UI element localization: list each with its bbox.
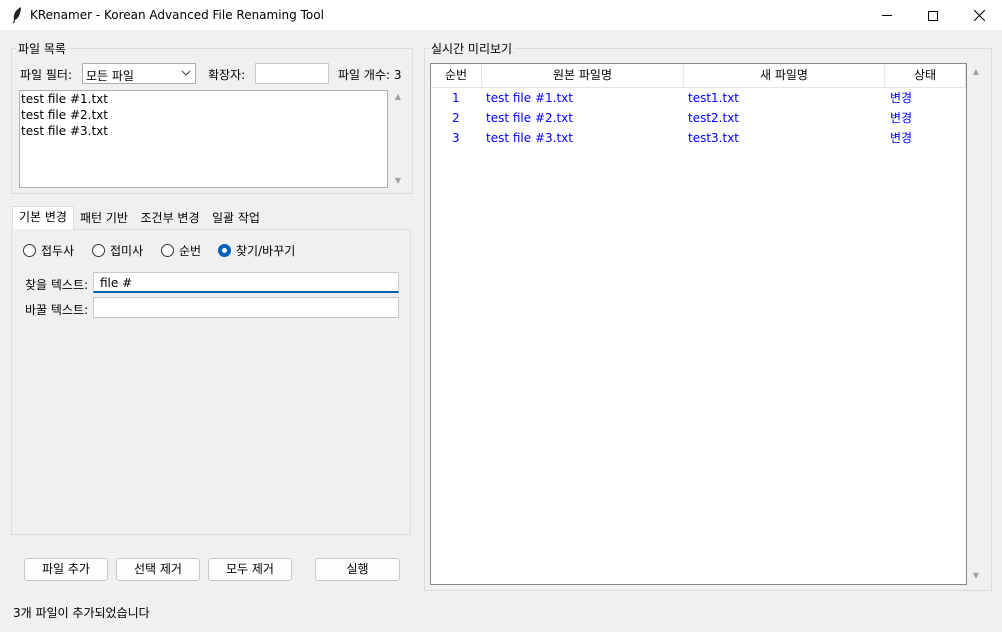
scroll-down-icon[interactable]: ▼ [970, 571, 982, 581]
find-input[interactable]: file # [93, 272, 399, 293]
title-bar: KRenamer - Korean Advanced File Renaming… [0, 0, 1002, 31]
file-list-scrollbar[interactable]: ▲ ▼ [391, 90, 405, 188]
remove-selected-button[interactable]: 선택 제거 [116, 558, 200, 581]
replace-label: 바꿀 텍스트: [25, 303, 89, 317]
find-label: 찾을 텍스트: [25, 278, 89, 292]
cell-status: 변경 [890, 111, 913, 125]
cell-num: 3 [452, 131, 460, 145]
file-listbox[interactable]: test file #1.txt test file #2.txt test f… [19, 90, 388, 188]
active-tab-join [12, 229, 74, 231]
cell-original: test file #2.txt [486, 111, 573, 125]
tab-batch[interactable]: 일괄 작업 [207, 208, 265, 229]
radio-circle [161, 244, 174, 257]
cell-new: test2.txt [688, 111, 740, 125]
scroll-up-icon[interactable]: ▲ [970, 67, 982, 77]
filter-combobox[interactable]: 모든 파일 [82, 63, 196, 84]
cell-original: test file #3.txt [486, 131, 573, 145]
cell-new: test1.txt [688, 91, 740, 105]
table-row[interactable]: 1 test file #1.txt test1.txt 변경 [431, 88, 966, 108]
cell-status: 변경 [890, 91, 913, 105]
column-header-status[interactable]: 상태 [885, 64, 966, 88]
column-header-original[interactable]: 원본 파일명 [482, 64, 684, 88]
execute-button[interactable]: 실행 [315, 558, 400, 581]
radio-find-replace[interactable]: 찾기/바꾸기 [218, 242, 295, 259]
radio-circle [23, 244, 36, 257]
window-title: KRenamer - Korean Advanced File Renaming… [30, 8, 324, 22]
preview-table[interactable]: 순번 원본 파일명 새 파일명 상태 1 test file #1.txt te… [430, 63, 967, 585]
preview-scrollbar[interactable]: ▲ ▼ [970, 63, 982, 585]
radio-label: 접두사 [41, 244, 75, 258]
list-item[interactable]: test file #1.txt [20, 91, 387, 107]
table-row[interactable]: 2 test file #2.txt test2.txt 변경 [431, 108, 966, 128]
close-button[interactable] [956, 0, 1002, 31]
cell-status: 변경 [890, 131, 913, 145]
column-header-num[interactable]: 순번 [431, 64, 482, 88]
radio-label: 찾기/바꾸기 [236, 244, 296, 258]
feather-icon [13, 7, 21, 23]
radio-label: 접미사 [110, 244, 144, 258]
maximize-icon [928, 10, 938, 21]
filter-label: 파일 필터: [20, 68, 73, 82]
tab-pattern[interactable]: 패턴 기반 [75, 208, 133, 229]
radio-sequence[interactable]: 순번 [161, 242, 201, 259]
cell-new: test3.txt [688, 131, 740, 145]
minimize-button[interactable] [864, 0, 910, 31]
cell-num: 1 [452, 91, 460, 105]
table-row[interactable]: 3 test file #3.txt test3.txt 변경 [431, 128, 966, 148]
ext-input[interactable] [255, 63, 329, 84]
filter-value: 모든 파일 [86, 69, 134, 83]
radio-prefix[interactable]: 접두사 [23, 242, 74, 259]
radio-suffix[interactable]: 접미사 [92, 242, 143, 259]
ext-label: 확장자: [208, 68, 246, 82]
scroll-down-icon[interactable]: ▼ [392, 176, 404, 186]
chevron-down-icon [181, 70, 191, 76]
maximize-button[interactable] [910, 0, 956, 31]
file-count-label: 파일 개수: 3 [338, 68, 402, 82]
radio-circle-checked [218, 244, 231, 257]
replace-input[interactable] [93, 297, 399, 318]
tab-basic[interactable]: 기본 변경 [12, 206, 74, 229]
cell-original: test file #1.txt [486, 91, 573, 105]
cell-num: 2 [452, 111, 460, 125]
minimize-icon [882, 15, 892, 16]
preview-group-label: 실시간 미리보기 [429, 40, 515, 57]
remove-all-button[interactable]: 모두 제거 [208, 558, 292, 581]
scroll-up-icon[interactable]: ▲ [392, 92, 404, 102]
list-item[interactable]: test file #3.txt [20, 123, 387, 139]
find-input-value: file # [100, 276, 133, 290]
list-item[interactable]: test file #2.txt [20, 107, 387, 123]
column-header-new[interactable]: 새 파일명 [684, 64, 885, 88]
add-files-button[interactable]: 파일 추가 [24, 558, 108, 581]
status-bar-text: 3개 파일이 추가되었습니다 [13, 606, 150, 620]
tab-conditional[interactable]: 조건부 변경 [134, 208, 206, 229]
radio-circle [92, 244, 105, 257]
radio-label: 순번 [179, 244, 202, 258]
close-icon [973, 10, 985, 21]
file-list-group-label: 파일 목록 [16, 40, 68, 57]
